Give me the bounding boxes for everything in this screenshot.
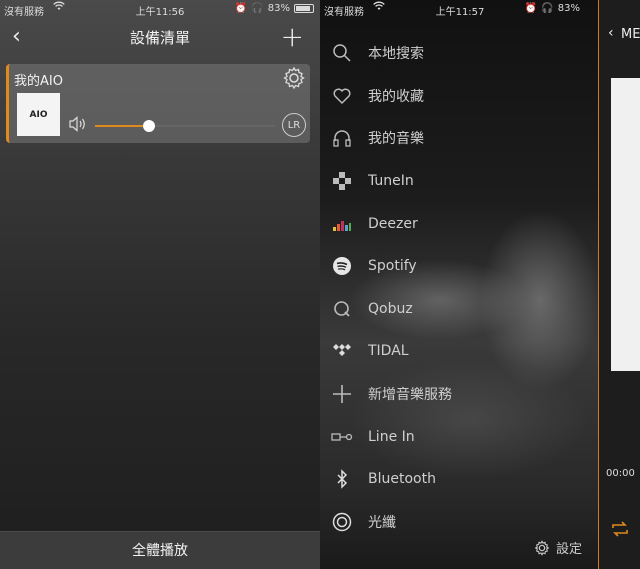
channel-badge[interactable]: LR — [282, 113, 306, 137]
bluetooth-icon — [331, 468, 353, 490]
menu-item-label: Bluetooth — [368, 471, 436, 488]
spotify-icon — [331, 255, 353, 277]
tidal-icon — [331, 340, 353, 362]
search-icon — [331, 42, 353, 64]
menu-item-label: 我的音樂 — [368, 131, 424, 148]
settings-button[interactable]: 設定 — [534, 538, 582, 557]
alarm-icon-2: ⏰ — [524, 3, 538, 14]
menu-item-label: Deezer — [368, 215, 418, 232]
alarm-icon: ⏰ — [234, 3, 248, 14]
now-playing-artwork — [611, 78, 640, 371]
gear-icon — [534, 539, 550, 556]
panel-title: ME — [621, 27, 640, 42]
status-bar: 沒有服務 上午11:56 ⏰ 🎧 83% — [0, 0, 320, 18]
menu-item-optical[interactable]: 光纖 — [320, 501, 598, 544]
menu-item-heart[interactable]: 我的收藏 — [320, 75, 598, 118]
deezer-icon — [331, 213, 353, 235]
album-text: AIO — [29, 109, 48, 120]
menu-screen: 沒有服務 上午11:57 ⏰ 🎧 83% 本地搜索我的收藏我的音樂 TuneIn D… — [320, 0, 640, 569]
battery-percent-2: 83% — [557, 3, 580, 14]
volume-icon[interactable] — [69, 116, 87, 132]
device-name: 我的AIO — [14, 74, 63, 89]
clock-text-2: 上午11:57 — [435, 7, 485, 18]
menu-item-label: 光纖 — [368, 514, 396, 531]
volume-slider[interactable] — [95, 120, 275, 132]
plus-icon — [331, 383, 353, 405]
menu-item-label: TIDAL — [368, 343, 409, 360]
menu-item-search[interactable]: 本地搜索 — [320, 32, 598, 75]
source-menu: 本地搜索我的收藏我的音樂 TuneIn Deezer Spotify Qobuz TIDA… — [320, 32, 598, 543]
elapsed-time: 00:00 — [606, 468, 635, 479]
menu-item-qobuz[interactable]: Qobuz — [320, 288, 598, 331]
menu-item-label: TuneIn — [368, 173, 414, 190]
menu-item-label: Line In — [368, 428, 415, 445]
nav-bar: ‹ 設備清單 + — [0, 20, 320, 53]
line-in-icon — [331, 426, 353, 448]
menu-item-label: Qobuz — [368, 300, 413, 317]
menu-item-plus[interactable]: 新增音樂服務 — [320, 373, 598, 416]
menu-item-label: 我的收藏 — [368, 88, 424, 105]
volume-slider-knob[interactable] — [143, 120, 155, 132]
menu-item-deezer[interactable]: Deezer — [320, 202, 598, 245]
menu-item-tunein[interactable]: TuneIn — [320, 160, 598, 203]
album-art: AIO — [17, 93, 60, 136]
battery-icon — [294, 4, 314, 13]
now-playing-panel[interactable]: ‹ ME 00:00 — [599, 0, 640, 569]
page-title: 設備清單 — [129, 29, 190, 47]
menu-item-line-in[interactable]: Line In — [320, 415, 598, 458]
qobuz-icon — [331, 298, 353, 320]
headphones-status-icon-2: 🎧 — [541, 3, 554, 14]
menu-item-tidal[interactable]: TIDAL — [320, 330, 598, 373]
panel-back-button[interactable]: ‹ — [608, 25, 614, 41]
tunein-icon — [331, 170, 353, 192]
headphones-icon — [331, 127, 353, 149]
menu-item-label: 本地搜索 — [368, 46, 424, 63]
menu-item-headphones[interactable]: 我的音樂 — [320, 117, 598, 160]
heart-icon — [331, 85, 353, 107]
headphones-status-icon: 🎧 — [251, 3, 264, 14]
optical-icon — [331, 511, 353, 533]
device-list-screen: 沒有服務 上午11:56 ⏰ 🎧 83% ‹ 設備清單 + 我的AIO AIO — [0, 0, 320, 569]
settings-label: 設定 — [556, 542, 583, 557]
battery-percent: 83% — [267, 3, 290, 14]
add-device-button[interactable]: + — [281, 20, 304, 53]
menu-item-spotify[interactable]: Spotify — [320, 245, 598, 288]
menu-item-bluetooth[interactable]: Bluetooth — [320, 458, 598, 501]
status-right-2: ⏰ 🎧 83% — [525, 3, 580, 14]
volume-slider-fill — [95, 125, 149, 127]
play-all-button[interactable]: 全體播放 — [0, 531, 320, 569]
status-bar-2: 沒有服務 上午11:57 ⏰ 🎧 83% — [320, 0, 640, 18]
gear-icon[interactable] — [282, 66, 306, 90]
status-right: ⏰ 🎧 83% — [235, 3, 314, 14]
menu-item-label: Spotify — [368, 258, 417, 275]
menu-item-label: 新增音樂服務 — [368, 387, 452, 404]
device-card[interactable]: 我的AIO AIO LR — [6, 64, 310, 143]
repeat-icon[interactable] — [610, 519, 630, 539]
